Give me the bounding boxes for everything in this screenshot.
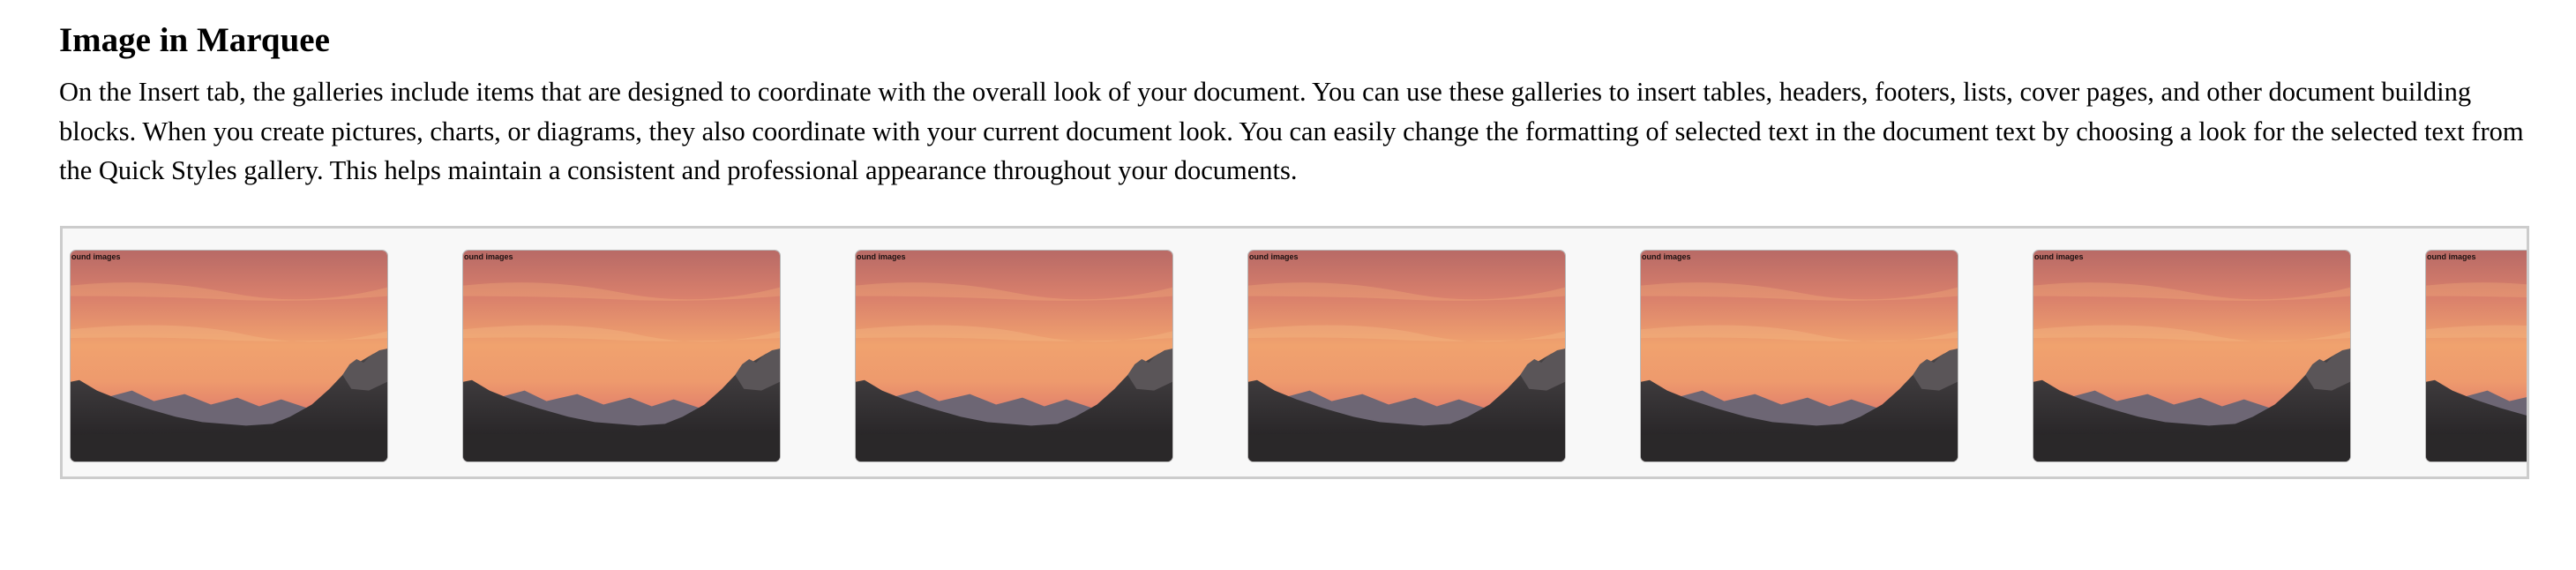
marquee-image-1: ound images bbox=[70, 250, 388, 462]
marquee-track: ound images ound images ound images ound… bbox=[70, 250, 2527, 462]
marquee-image-3: ound images bbox=[855, 250, 1173, 462]
marquee-image-5: ound images bbox=[1640, 250, 1958, 462]
intro-paragraph: On the Insert tab, the galleries include… bbox=[59, 77, 2524, 185]
main-content: Image in Marquee On the Insert tab, the … bbox=[59, 16, 2538, 191]
sunset-landscape-image bbox=[1641, 251, 1958, 461]
sunset-landscape-image bbox=[1248, 251, 1565, 461]
marquee-image-4: ound images bbox=[1247, 250, 1566, 462]
sunset-landscape-image bbox=[2426, 251, 2527, 461]
image-caption: ound images bbox=[1642, 252, 1691, 261]
image-caption: ound images bbox=[857, 252, 906, 261]
marquee-image-2: ound images bbox=[462, 250, 781, 462]
marquee-image-6: ound images bbox=[2033, 250, 2351, 462]
sunset-landscape-image bbox=[2033, 251, 2350, 461]
image-caption: ound images bbox=[2427, 252, 2476, 261]
sunset-landscape-image bbox=[71, 251, 387, 461]
image-caption: ound images bbox=[464, 252, 513, 261]
marquee-image-7: ound images bbox=[2425, 250, 2527, 462]
image-caption: ound images bbox=[71, 252, 121, 261]
image-marquee[interactable]: ound images ound images ound images ound… bbox=[60, 226, 2529, 479]
image-caption: ound images bbox=[1249, 252, 1299, 261]
sunset-landscape-image bbox=[856, 251, 1172, 461]
image-caption: ound images bbox=[2034, 252, 2084, 261]
sunset-landscape-image bbox=[463, 251, 780, 461]
page-title: Image in Marquee bbox=[59, 21, 330, 59]
